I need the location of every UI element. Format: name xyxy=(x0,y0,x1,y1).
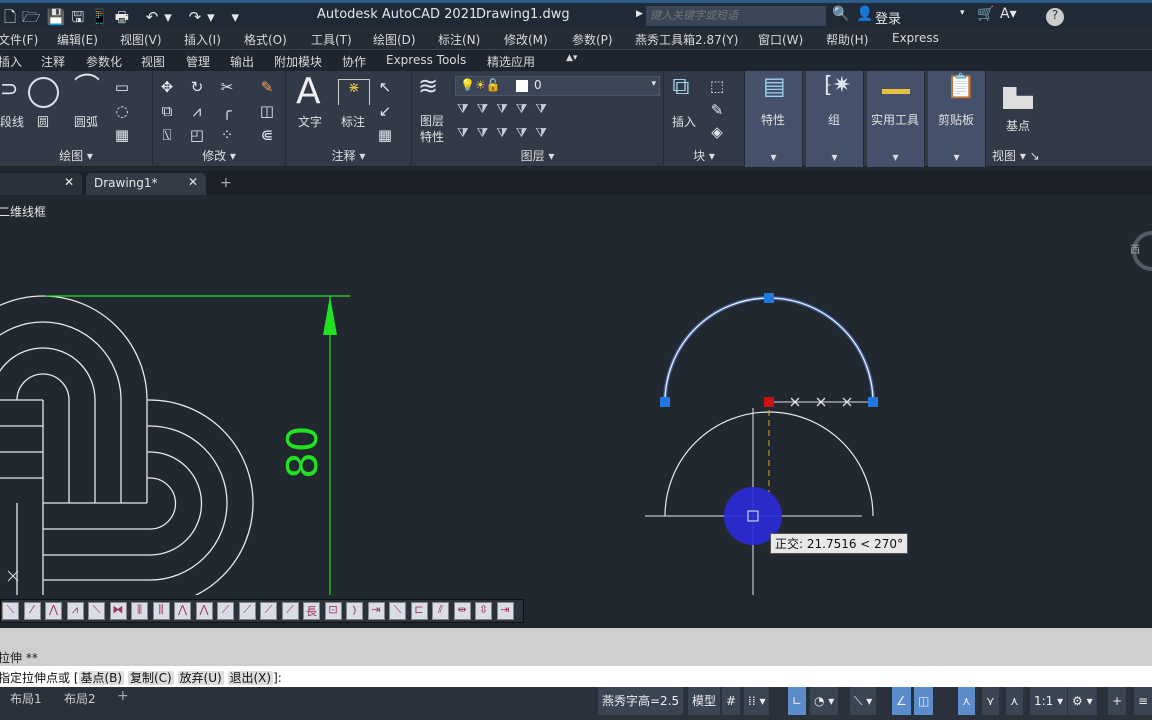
yanxiu-tool-button[interactable]: ⇹ xyxy=(453,602,471,620)
option-base-point[interactable]: 基点(B) xyxy=(78,671,125,685)
isodraft-icon[interactable]: ⟍ ▾ xyxy=(850,687,877,715)
yanxiu-tool-button[interactable]: ⇥ xyxy=(496,602,514,620)
knot-shape xyxy=(0,295,254,595)
yanxiu-tool-button[interactable]: ⟍ xyxy=(2,602,19,620)
command-line[interactable]: 指定拉伸点或 [基点(B) 复制(C) 放弃(U) 退出(X)]: xyxy=(0,666,1152,687)
yanxiu-tool-button[interactable]: ⟍ xyxy=(389,602,406,620)
prompt-text: 指定拉伸点或 [ xyxy=(0,671,79,685)
yanxiu-toolbar: ⟍ ⁄ ⋀ ⩘ ⟍ ⧓ ⫼ ⫼ ⋀ ⋀ ⟋ ⟋ ⟋ ⟋ 長 ⊡ ⦆ ⇥ ⟍ ⊏ ⫽ ⇹ ⇳ ⇥ xyxy=(0,599,524,623)
yanxiu-tool-button[interactable]: ⊡ xyxy=(324,602,342,620)
yanxiu-tool-button[interactable]: ⟋ xyxy=(238,602,256,620)
yanxiu-tool-button[interactable]: ⇳ xyxy=(475,602,492,620)
yanxiu-tool-button[interactable]: ⋀ xyxy=(45,602,62,620)
layout-tab-1[interactable]: 布局1 xyxy=(10,690,42,707)
yanxiu-tool-button[interactable]: ⩘ xyxy=(66,602,84,620)
yanxiu-tool-button[interactable]: ⫽ xyxy=(432,602,449,620)
dimension-arrow xyxy=(323,296,337,335)
model-space-button[interactable]: 模型 xyxy=(688,687,721,715)
command-prompt: 指定拉伸点或 [基点(B) 复制(C) 放弃(U) 退出(X)]: xyxy=(0,669,282,686)
yanxiu-tool-button[interactable]: ⟋ xyxy=(281,602,299,620)
object-snap-tracking-icon[interactable]: ∠ xyxy=(892,687,911,715)
menu-icon[interactable]: ≡ xyxy=(1134,687,1152,715)
yanxiu-tool-button[interactable]: ⟍ xyxy=(88,602,105,620)
drawing-svg xyxy=(0,293,878,595)
annotation-visibility-icon[interactable]: ⋏ xyxy=(958,687,975,715)
polar-icon[interactable]: ◔ ▾ xyxy=(810,687,839,715)
scale-dropdown[interactable]: 1:1 ▾ xyxy=(1030,687,1068,715)
text-height-status[interactable]: 燕秀字高=2.5 xyxy=(598,687,684,715)
grip-start[interactable] xyxy=(660,397,670,407)
workspace-gear-icon[interactable]: ⚙ ▾ xyxy=(1068,687,1097,715)
auto-scale-icon[interactable]: ⋎ xyxy=(982,687,999,715)
grip-end[interactable] xyxy=(868,397,878,407)
yanxiu-tool-button[interactable]: ⫼ xyxy=(152,602,170,620)
yanxiu-tool-button[interactable]: ⟋ xyxy=(260,602,277,620)
yanxiu-tool-button[interactable]: ⁄ xyxy=(23,602,41,620)
grip-mid[interactable] xyxy=(764,293,774,303)
yanxiu-tool-button[interactable]: ⧓ xyxy=(109,602,127,620)
ortho-tooltip: 正交: 21.7516 < 270° xyxy=(770,533,909,554)
grid-icon[interactable]: # xyxy=(722,687,741,715)
option-copy[interactable]: 复制(C) xyxy=(127,671,174,685)
status-bar: 布局1 布局2 + 燕秀字高=2.5 模型 # ⁞⁞ ▾ ∟ ◔ ▾ ⟍ ▾ ∠… xyxy=(0,687,1152,720)
yanxiu-tool-button[interactable]: ⊏ xyxy=(410,602,428,620)
option-undo[interactable]: 放弃(U) xyxy=(177,671,224,685)
ortho-icon[interactable]: ∟ xyxy=(788,687,807,715)
yanxiu-tool-button[interactable]: 長 xyxy=(303,602,320,620)
layout-tab-2[interactable]: 布局2 xyxy=(64,690,96,707)
option-exit[interactable]: 退出(X) xyxy=(227,671,274,685)
yanxiu-tool-button[interactable]: ⋀ xyxy=(195,602,213,620)
customize-plus-icon[interactable]: + xyxy=(1108,687,1127,715)
add-layout-icon[interactable]: + xyxy=(117,688,129,704)
dimension-text: 80 xyxy=(278,425,327,479)
command-history-text: 拉伸 ** xyxy=(0,651,38,665)
annotation-scale-icon[interactable]: ⋏ xyxy=(1006,687,1023,715)
object-snap-icon[interactable]: ◫ xyxy=(914,687,934,715)
yanxiu-tool-button[interactable]: ⟋ xyxy=(217,602,234,620)
prompt-suffix: ]: xyxy=(273,671,282,685)
drawing-canvas[interactable]: 二维线框 西 80 正交: 21.7516 < 270° xyxy=(0,197,1152,595)
yanxiu-tool-button[interactable]: ⦆ xyxy=(346,602,363,620)
grip-center-hot[interactable] xyxy=(764,397,774,407)
yanxiu-tool-button[interactable]: ⫼ xyxy=(131,602,148,620)
selected-arc[interactable] xyxy=(663,296,875,403)
yanxiu-tool-button[interactable]: ⋀ xyxy=(174,602,191,620)
yanxiu-tool-button[interactable]: ⇥ xyxy=(367,602,385,620)
snap-icon[interactable]: ⁞⁞ ▾ xyxy=(744,687,770,715)
command-history: 拉伸 ** xyxy=(0,628,1152,666)
